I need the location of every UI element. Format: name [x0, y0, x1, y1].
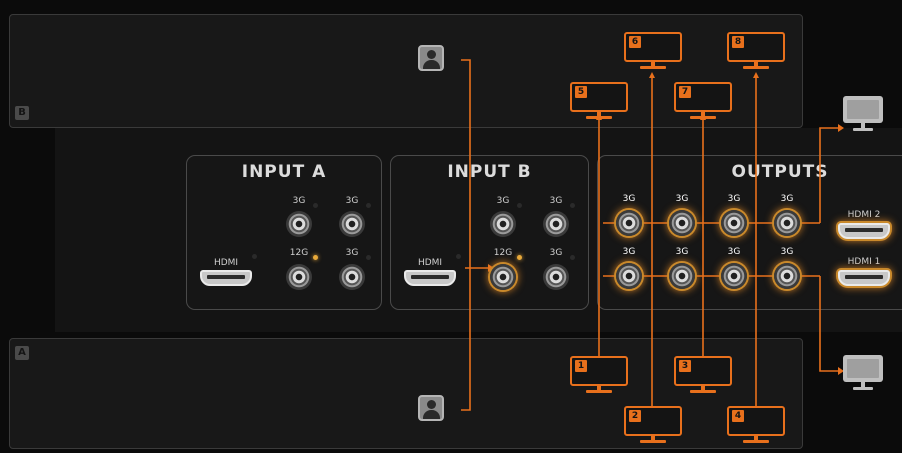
monitor-icon[interactable]: 3 — [674, 356, 732, 394]
input-a-port-led — [313, 203, 318, 208]
monitor-icon[interactable]: 4 — [727, 406, 785, 444]
output-port-label: 3G — [675, 194, 689, 204]
monitor-number: 5 — [575, 86, 587, 98]
input-b-hdmi-label: HDMI — [417, 258, 443, 268]
input-b-port-label: 3G — [496, 196, 510, 206]
wire-hdmi1-monitor — [819, 276, 838, 372]
input-b-port-label: 3G — [549, 248, 563, 258]
bnc-connector-icon[interactable] — [774, 263, 800, 289]
input-b-port-label: 12G — [493, 248, 513, 258]
bnc-connector-icon[interactable] — [339, 211, 365, 237]
user-link-wire — [461, 59, 471, 411]
output-port-label: 3G — [780, 247, 794, 257]
monitor-number: 8 — [732, 36, 744, 48]
user-icon[interactable] — [418, 395, 444, 421]
monitor-icon[interactable]: 6 — [624, 32, 682, 70]
bnc-connector-icon[interactable] — [669, 210, 695, 236]
monitor-number: 6 — [629, 36, 641, 48]
input-b-hdmi-led — [456, 254, 461, 259]
monitor-number: 4 — [732, 410, 744, 422]
input-b-port-led — [570, 255, 575, 260]
input-a-hdmi-label: HDMI — [213, 258, 239, 268]
output-port-label: 3G — [727, 247, 741, 257]
monitor-icon[interactable]: 8 — [727, 32, 785, 70]
hdmi-port-icon[interactable] — [838, 223, 890, 239]
input-b-port-led — [517, 203, 522, 208]
bnc-connector-icon[interactable] — [286, 264, 312, 290]
input-a-port-led — [366, 203, 371, 208]
monitor-icon[interactable] — [843, 96, 883, 132]
hdmi-port-icon[interactable] — [200, 270, 252, 286]
monitor-number: 2 — [629, 410, 641, 422]
bnc-connector-icon[interactable] — [721, 210, 747, 236]
input-a-port-label: 3G — [345, 196, 359, 206]
bnc-connector-icon[interactable] — [490, 211, 516, 237]
input-a-port-led — [313, 255, 318, 260]
output-port-label: 3G — [622, 247, 636, 257]
monitor-number: 7 — [679, 86, 691, 98]
bnc-connector-icon[interactable] — [616, 210, 642, 236]
input-a-hdmi-led — [252, 254, 257, 259]
bnc-connector-icon[interactable] — [774, 210, 800, 236]
input-a-port-label: 3G — [345, 248, 359, 258]
output-hdmi1-label: HDMI 1 — [847, 257, 881, 267]
output-port-label: 3G — [675, 247, 689, 257]
monitor-icon[interactable]: 7 — [674, 82, 732, 120]
monitor-number: 1 — [575, 360, 587, 372]
bnc-connector-icon[interactable] — [543, 264, 569, 290]
input-b-port-led — [517, 255, 522, 260]
bnc-connector-icon[interactable] — [543, 211, 569, 237]
bnc-connector-icon[interactable] — [286, 211, 312, 237]
monitor-number: 3 — [679, 360, 691, 372]
input-a-port-label: 3G — [292, 196, 306, 206]
monitor-icon[interactable]: 1 — [570, 356, 628, 394]
user-icon[interactable] — [418, 45, 444, 71]
hdmi-port-icon[interactable] — [404, 270, 456, 286]
wire-hdmi2-monitor — [819, 127, 838, 223]
output-port-label: 3G — [727, 194, 741, 204]
input-a-port-label: 12G — [289, 248, 309, 258]
output-port-label: 3G — [622, 194, 636, 204]
monitor-icon[interactable]: 5 — [570, 82, 628, 120]
output-port-label: 3G — [780, 194, 794, 204]
bnc-connector-icon[interactable] — [339, 264, 365, 290]
bnc-connector-icon[interactable] — [721, 263, 747, 289]
output-hdmi2-label: HDMI 2 — [847, 210, 881, 220]
input-b-port-led — [570, 203, 575, 208]
input-b-port-label: 3G — [549, 196, 563, 206]
bnc-connector-icon[interactable] — [490, 264, 516, 290]
monitor-icon[interactable]: 2 — [624, 406, 682, 444]
input-a-port-led — [366, 255, 371, 260]
monitor-icon[interactable] — [843, 355, 883, 391]
hdmi-port-icon[interactable] — [838, 270, 890, 286]
bnc-connector-icon[interactable] — [669, 263, 695, 289]
bnc-connector-icon[interactable] — [616, 263, 642, 289]
